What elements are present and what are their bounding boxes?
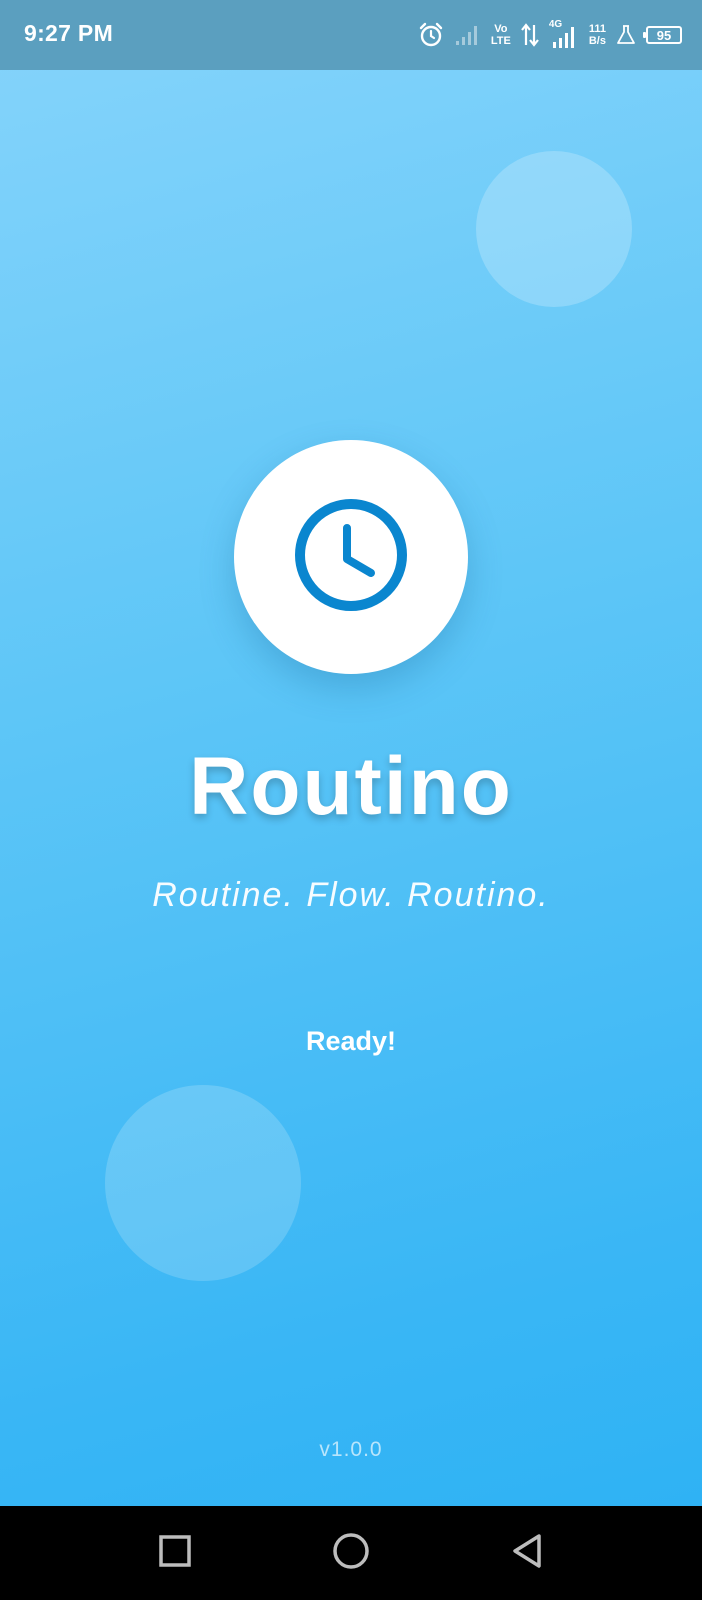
battery-icon: 95 — [643, 26, 682, 44]
flask-icon — [616, 24, 636, 46]
loading-status: Ready! — [305, 1026, 397, 1056]
app-version: v1.0.0 — [319, 1438, 383, 1461]
app-logo — [234, 440, 468, 674]
volte-line2: LTE — [490, 35, 511, 47]
app-tagline: Routine. Flow. Routino. — [152, 876, 550, 914]
decorative-circle-top — [476, 151, 632, 307]
home-button[interactable] — [330, 1532, 372, 1574]
volte-line1: Vo — [494, 23, 508, 35]
speed-value: 111 — [588, 23, 606, 35]
speed-unit: B/s — [588, 35, 606, 47]
recent-apps-button[interactable] — [154, 1532, 196, 1574]
app-title: Routino — [189, 741, 513, 832]
data-arrows-icon — [521, 23, 539, 47]
splash-screen: 9:27 PM Vo LTE 4G 111 B/s 95 Routino Rou… — [0, 0, 702, 1600]
clock-icon — [293, 497, 409, 618]
status-icons: Vo LTE 4G 111 B/s 95 — [417, 18, 682, 52]
recent-apps-icon — [158, 1534, 192, 1573]
signal-icon — [455, 24, 481, 46]
network-speed: 111 B/s — [589, 23, 606, 47]
navigation-bar — [0, 1506, 702, 1600]
volte-icon: Vo LTE — [491, 23, 511, 47]
status-time: 9:27 PM — [24, 20, 114, 46]
decorative-circle-bottom — [105, 1085, 301, 1281]
battery-level: 95 — [656, 27, 672, 43]
back-icon — [510, 1533, 544, 1574]
home-icon — [332, 1532, 370, 1575]
status-bar: 9:27 PM Vo LTE 4G 111 B/s 95 — [0, 0, 702, 70]
back-button[interactable] — [506, 1532, 548, 1574]
alarm-icon — [417, 21, 445, 49]
signal-4g-icon: 4G — [549, 19, 579, 50]
